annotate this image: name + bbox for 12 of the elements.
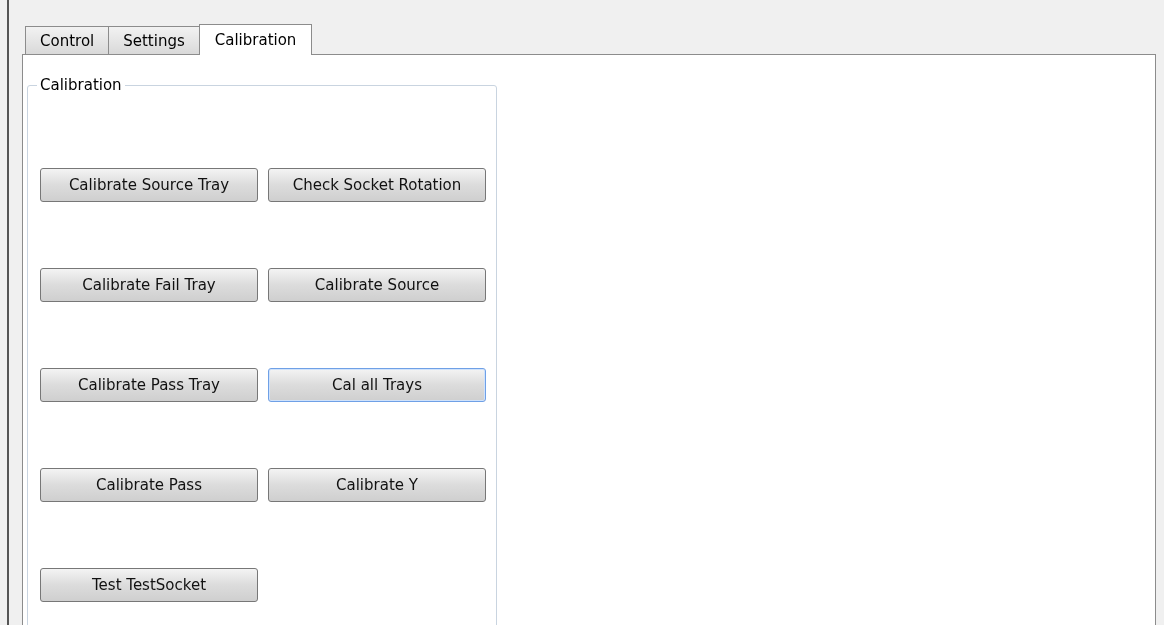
calibration-button[interactable]: Check Socket Rotation: [268, 168, 486, 202]
calibration-button[interactable]: Calibrate Pass Tray: [40, 368, 258, 402]
tab[interactable]: Calibration: [198, 24, 313, 55]
calibration-button[interactable]: Calibrate Y: [268, 468, 486, 502]
tab[interactable]: Settings: [108, 26, 200, 54]
calibration-button[interactable]: Calibrate Source: [268, 268, 486, 302]
calibration-button[interactable]: Calibrate Fail Tray: [40, 268, 258, 302]
calibration-button[interactable]: Calibrate Pass: [40, 468, 258, 502]
calibration-button[interactable]: Cal all Trays: [268, 368, 486, 402]
calibration-button[interactable]: Calibrate Source Tray: [40, 168, 258, 202]
calibration-button[interactable]: Test TestSocket: [40, 568, 258, 602]
tab[interactable]: Control: [25, 26, 110, 54]
